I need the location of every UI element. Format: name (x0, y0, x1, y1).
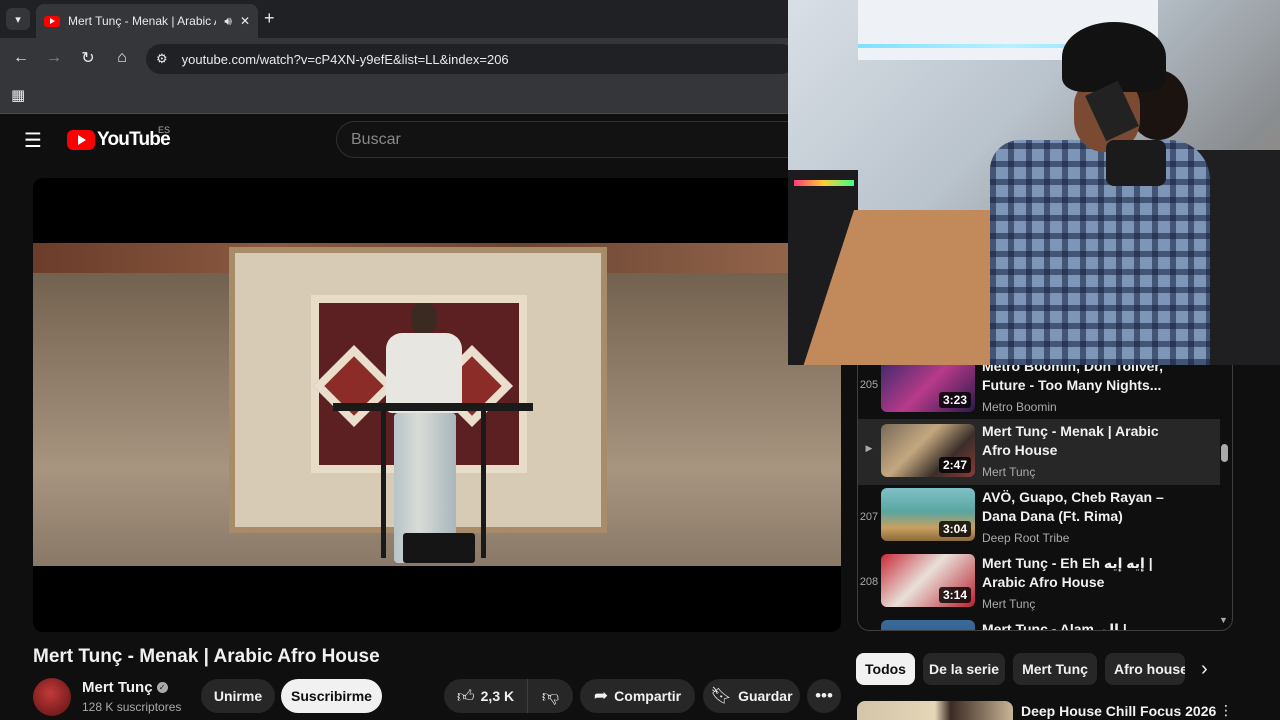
youtube-logo[interactable]: YouTube (67, 129, 171, 151)
browser-tab[interactable]: Mert Tunç - Menak | Arabic Afro House 🔊︎… (36, 4, 258, 38)
share-label: Compartir (614, 688, 682, 704)
tab-search-chevron-icon[interactable]: ▾ (6, 8, 30, 30)
youtube-play-icon (67, 130, 95, 150)
webcam-rgb-light (794, 180, 854, 186)
playlist-item[interactable]: 208 3:14 Mert Tunç - Eh Eh إيه إيه | Ara… (858, 551, 1220, 617)
playlist-scrollbar-thumb[interactable] (1221, 444, 1228, 462)
channel-name[interactable]: Mert Tunç ✓ (82, 679, 168, 696)
webcam-overlay (788, 0, 1280, 365)
playlist-thumbnail[interactable]: 3:04 (881, 488, 975, 541)
more-vertical-icon[interactable]: ⋮ (1219, 702, 1233, 719)
playlist-index: 205 (859, 379, 879, 391)
more-horizontal-icon: ••• (815, 686, 833, 705)
back-arrow-icon[interactable]: ← (11, 48, 31, 68)
playlist-item-channel[interactable]: Mert Tunç (982, 597, 1035, 611)
bookmark-icon: 🔖︎ (710, 686, 733, 705)
verified-badge-icon: ✓ (156, 682, 168, 693)
playlist-item-title[interactable]: Metro Boomin, Don Toliver, Future - Too … (982, 365, 1168, 395)
close-tab-icon[interactable]: ✕ (240, 14, 250, 28)
save-button[interactable]: 🔖︎ Guardar (703, 679, 800, 713)
playlist-item-channel[interactable]: Metro Boomin (982, 400, 1057, 414)
playlist-item[interactable]: 207 3:04 AVÖ, Guapo, Cheb Rayan – Dana D… (858, 485, 1220, 551)
dj-table-leg (381, 408, 386, 558)
more-actions-button[interactable]: ••• (807, 679, 841, 713)
now-playing-icon: ▶ (865, 443, 873, 453)
playlist-item-title[interactable]: Mert Tunç - Eh Eh إيه إيه | Arabic Afro … (982, 554, 1168, 592)
playlist-item-current[interactable]: ▶ 2:47 Mert Tunç - Menak | Arabic Afro H… (858, 419, 1220, 485)
forward-arrow-icon[interactable]: → (44, 48, 64, 68)
dj-table-leg (481, 408, 486, 558)
home-icon[interactable]: ⌂ (112, 48, 132, 68)
channel-name-text: Mert Tunç (82, 679, 153, 696)
playlist-item-channel[interactable]: Deep Root Tribe (982, 531, 1069, 545)
playlist-index: 207 (859, 511, 879, 523)
scroll-down-arrow-icon[interactable]: ▼ (1219, 615, 1228, 625)
address-bar[interactable]: ⚙ youtube.com/watch?v=cP4XN-y9efE&list=L… (146, 44, 796, 74)
playlist-item[interactable]: 205 3:23 Metro Boomin, Don Toliver, Futu… (858, 365, 1220, 419)
playlist-thumbnail[interactable]: 2:47 (881, 424, 975, 477)
recommendation-title[interactable]: Deep House Chill Focus 2026 (1021, 703, 1216, 719)
playlist-thumbnail[interactable]: 3:14 (881, 554, 975, 607)
webcam-person (978, 20, 1218, 365)
video-duration: 3:04 (938, 521, 971, 537)
hamburger-menu-icon[interactable]: ☰ (24, 128, 42, 153)
playlist-thumbnail[interactable] (881, 620, 975, 630)
dj-body (386, 333, 462, 413)
chip-afro-house[interactable]: Afro house (1105, 653, 1185, 685)
subscriber-count: 128 K suscriptores (82, 700, 182, 714)
playlist-item[interactable]: Mert Tunç - Alam الم | Arabic (858, 617, 1220, 630)
video-duration: 3:23 (938, 392, 971, 408)
playlist-panel[interactable]: 205 3:23 Metro Boomin, Don Toliver, Futu… (857, 365, 1233, 631)
playlist-thumbnail[interactable]: 3:23 (881, 365, 975, 412)
reload-icon[interactable]: ↻ (78, 48, 98, 68)
like-count: 2,3 K (480, 688, 515, 704)
country-code: ES (158, 125, 171, 135)
dj-head (411, 303, 437, 335)
like-button[interactable]: 👍︎ 2,3 K (444, 679, 527, 713)
share-arrow-icon: ➦ (593, 686, 609, 705)
playlist-index: 208 (859, 576, 879, 588)
playlist-item-title[interactable]: Mert Tunç - Alam الم | Arabic (982, 620, 1168, 630)
join-button[interactable]: Unirme (201, 679, 275, 713)
video-frame (33, 243, 841, 566)
chip-todos[interactable]: Todos (856, 653, 915, 685)
apps-grid-icon[interactable]: ▦ (11, 86, 25, 104)
address-url: youtube.com/watch?v=cP4XN-y9efE&list=LL&… (181, 51, 509, 67)
tab-title: Mert Tunç - Menak | Arabic Afro House (68, 14, 216, 28)
video-scene-dj (378, 303, 478, 565)
playlist-scrollbar[interactable] (1218, 365, 1232, 631)
site-settings-icon[interactable]: ⚙ (156, 51, 168, 67)
search-input[interactable] (336, 121, 796, 158)
share-button[interactable]: ➦ Compartir (580, 679, 695, 713)
channel-avatar[interactable] (33, 678, 71, 716)
playlist-item-title[interactable]: Mert Tunç - Menak | Arabic Afro House (982, 422, 1168, 460)
webcam-camera (1106, 140, 1166, 186)
save-label: Guardar (738, 688, 793, 704)
video-player[interactable] (33, 178, 841, 632)
thumbs-down-icon: 👎︎ (541, 686, 560, 706)
speaker-icon[interactable]: 🔊︎ (224, 14, 232, 29)
thumbs-up-icon: 👍︎ (456, 686, 475, 706)
video-duration: 3:14 (938, 587, 971, 603)
dj-table (333, 403, 533, 411)
video-scene-speaker (403, 533, 475, 563)
playlist-item-title[interactable]: AVÖ, Guapo, Cheb Rayan – Dana Dana (Ft. … (982, 488, 1168, 526)
subscribe-button[interactable]: Suscribirme (281, 679, 382, 713)
dislike-button[interactable]: 👎︎ (527, 679, 573, 713)
chip-mert-tunc[interactable]: Mert Tunç (1013, 653, 1097, 685)
youtube-favicon-icon (44, 15, 60, 27)
chip-de-la-serie[interactable]: De la serie (923, 653, 1005, 685)
recommendation-thumbnail[interactable] (857, 701, 1013, 720)
playlist-item-channel[interactable]: Mert Tunç (982, 465, 1035, 479)
chevron-right-icon[interactable]: › (1201, 658, 1208, 681)
new-tab-icon[interactable]: + (264, 8, 275, 29)
video-title: Mert Tunç - Menak | Arabic Afro House (33, 646, 380, 667)
webcam-person-shirt (990, 140, 1210, 365)
video-duration: 2:47 (938, 457, 971, 473)
